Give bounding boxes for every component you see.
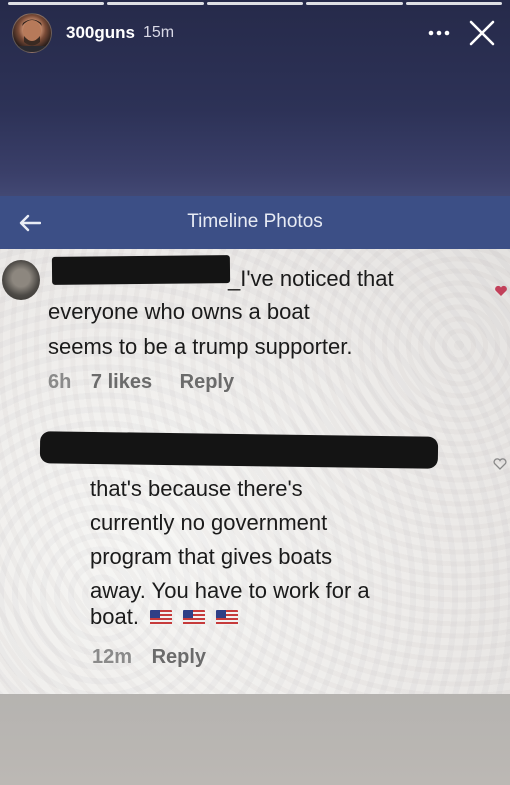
comment-1-reply-link: Reply	[179, 371, 235, 393]
user-avatar[interactable]	[12, 13, 52, 53]
us-flag-icon	[150, 610, 173, 625]
comment-2-line-5-text: boat.	[90, 604, 139, 629]
redaction-bar	[39, 431, 439, 469]
story-progress-segment	[405, 2, 503, 5]
story-timestamp: 15m	[142, 24, 175, 41]
comment-1-line-1: _I've noticed that	[228, 266, 394, 291]
heart-icon	[494, 284, 508, 302]
comment-2-line-5: boat.	[90, 600, 239, 634]
comment-1-likes: 7 likes	[90, 371, 153, 393]
story-progress-bar	[8, 2, 503, 5]
comment-2-line-2: currently no government	[90, 510, 328, 535]
comment-2-reply-link: Reply	[151, 646, 207, 668]
comment-2-meta: 12m Reply	[92, 646, 206, 669]
story-progress-segment	[107, 2, 204, 5]
comment-2-time: 12m	[92, 646, 133, 668]
comment-1-meta: 6h 7 likes Reply	[48, 371, 234, 394]
us-flag-icon	[183, 610, 206, 625]
story-progress-segment	[206, 2, 304, 5]
comment-2-line-3: program that gives boats	[90, 544, 333, 569]
shared-screenshot: Timeline Photos _I've noticed that every…	[0, 196, 510, 694]
story-header: 300guns 15m	[12, 13, 496, 53]
fb-page-title: Timeline Photos	[187, 211, 323, 232]
story-username[interactable]: 300guns	[66, 23, 135, 43]
comment-1-time: 6h	[48, 371, 72, 393]
comment-2-line-1: that's because there's	[90, 476, 303, 501]
comment-1-line-2: everyone who owns a boat	[48, 299, 310, 324]
redaction-bar	[51, 255, 231, 285]
story-progress-segment	[306, 2, 403, 5]
story-progress-segment	[8, 2, 105, 5]
more-icon[interactable]	[426, 21, 452, 45]
fb-top-bar: Timeline Photos	[0, 196, 510, 249]
commenter-avatar	[2, 260, 40, 300]
heart-icon	[493, 457, 507, 475]
close-icon[interactable]	[468, 19, 496, 47]
comment-1-line-3: seems to be a trump supporter.	[48, 334, 353, 359]
us-flag-icon	[216, 610, 239, 625]
